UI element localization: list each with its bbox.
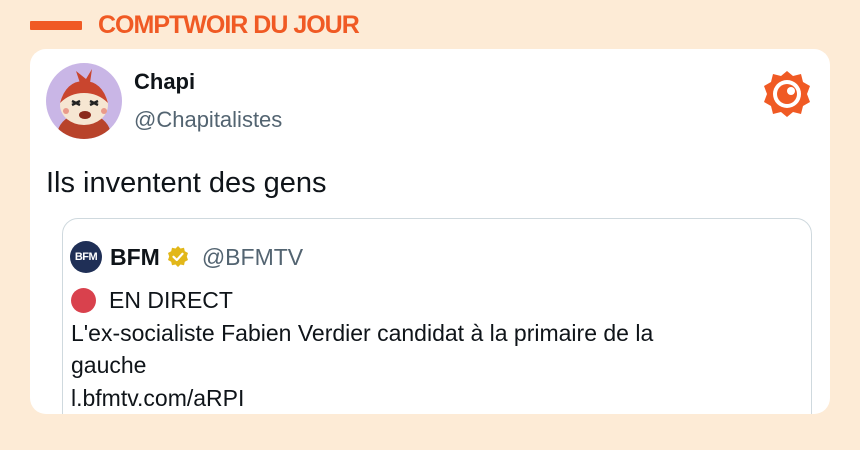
page-header: COMPTWOIR DU JOUR <box>30 10 360 40</box>
author-handle[interactable]: @Chapitalistes <box>134 107 282 133</box>
quoted-text-line-2: gauche <box>71 352 147 378</box>
tweet-card[interactable]: Chapi @Chapitalistes Ils inventent des g… <box>30 49 830 414</box>
tweet-text: Ils inventent des gens <box>46 167 327 199</box>
live-label: EN DIRECT <box>109 287 233 313</box>
quoted-author-handle[interactable]: @BFMTV <box>202 244 303 271</box>
quoted-tweet-header: BFM BFM @BFMTV <box>70 241 303 273</box>
header-title: COMPTWOIR DU JOUR <box>98 10 360 39</box>
verified-badge-icon <box>166 245 190 269</box>
quoted-author-name[interactable]: BFM <box>110 244 160 271</box>
red-circle-icon <box>71 288 96 313</box>
comptoir-logo-icon <box>762 69 812 119</box>
header-accent-bar <box>30 20 82 30</box>
quoted-tweet[interactable]: BFM BFM @BFMTV EN DIRECT L'ex-socialiste… <box>62 218 812 414</box>
author-name[interactable]: Chapi <box>134 69 195 95</box>
author-avatar[interactable] <box>46 63 122 139</box>
quoted-link[interactable]: l.bfmtv.com/aRPI <box>71 385 244 412</box>
bfm-logo-icon[interactable]: BFM <box>70 241 102 273</box>
live-status: EN DIRECT <box>71 287 233 314</box>
quoted-text-line-1: L'ex-socialiste Fabien Verdier candidat … <box>71 320 654 346</box>
